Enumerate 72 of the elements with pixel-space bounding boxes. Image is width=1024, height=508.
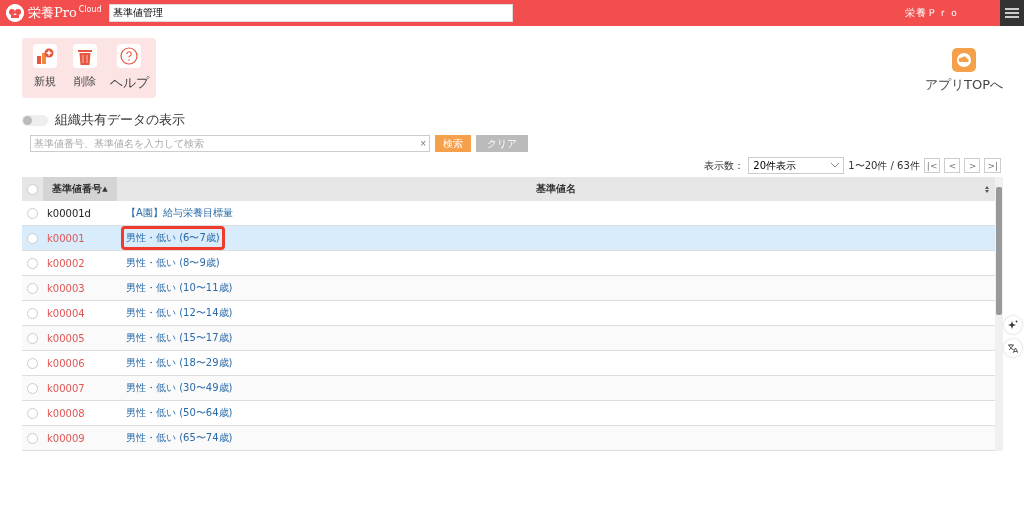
code-text: k00003 — [47, 282, 85, 294]
row-checkbox[interactable] — [27, 432, 38, 444]
column-header[interactable]: 基準値名 — [117, 177, 995, 201]
table-row[interactable]: k00004 男性・低い (12〜14歳) — [22, 300, 995, 326]
column-label: 基準値名 — [536, 182, 576, 196]
sparkle-button[interactable] — [1004, 316, 1022, 334]
menu-icon — [1005, 8, 1019, 18]
search-field[interactable]: 基準値番号、基準値名を入力して検索 × — [30, 135, 430, 152]
pagination-button[interactable]: < — [944, 158, 961, 173]
table-row[interactable]: k00006 男性・低い (18〜29歳) — [22, 350, 995, 376]
translate-icon — [1008, 343, 1018, 353]
trash-icon — [78, 47, 92, 65]
scrollbar[interactable] — [995, 177, 1003, 451]
clear-input-button[interactable]: × — [420, 138, 426, 149]
code-text: k00002 — [47, 257, 85, 269]
code-text: k00001d — [47, 207, 91, 219]
name-link[interactable]: 男性・低い (18〜29歳) — [121, 351, 238, 375]
pagination-button[interactable]: |< — [923, 158, 941, 173]
menu-button[interactable] — [1000, 0, 1024, 26]
row-checkbox[interactable] — [27, 357, 38, 369]
name-link[interactable]: 【A園】給与栄養目標量 — [121, 201, 238, 225]
row-checkbox[interactable] — [27, 282, 38, 294]
app-top-button[interactable]: アプリTOPへ — [925, 48, 1003, 98]
page-size-label: 表示数： — [704, 158, 745, 173]
code-text: k00007 — [47, 382, 85, 394]
toolbar-button[interactable]: 新規 — [27, 44, 63, 92]
table-row[interactable]: k00001d 【A園】給与栄養目標量 — [22, 201, 995, 226]
name-link[interactable]: 男性・低い (8〜9歳) — [121, 251, 225, 275]
code-text: k00001 — [47, 232, 85, 244]
pagination-button[interactable]: >| — [984, 158, 1001, 173]
logo-icon — [6, 4, 24, 22]
page-size-dropdown[interactable]: 20件表示 — [748, 157, 845, 174]
logo-text: 栄養Pro — [28, 4, 77, 22]
app-name: 栄養Ｐｒｏ — [905, 6, 960, 20]
select-all-checkbox[interactable] — [27, 183, 38, 195]
row-checkbox[interactable] — [27, 207, 38, 219]
help-icon — [120, 47, 138, 65]
name-link[interactable]: 男性・低い (15〜17歳) — [121, 326, 238, 350]
column-label: 基準値番号 — [52, 182, 103, 196]
row-checkbox[interactable] — [27, 232, 38, 244]
chevron-down-icon — [831, 163, 840, 168]
row-checkbox[interactable] — [27, 307, 38, 319]
code-text: k00005 — [47, 332, 85, 344]
pagination-button[interactable]: > — [964, 158, 981, 173]
sort-icon[interactable] — [985, 185, 989, 193]
page-title-field[interactable]: 基準値管理 — [108, 4, 513, 22]
table-row[interactable]: k00002 男性・低い (8〜9歳) — [22, 250, 995, 276]
row-checkbox[interactable] — [27, 407, 38, 419]
code-text: k00004 — [47, 307, 85, 319]
translate-button[interactable] — [1004, 339, 1022, 357]
page-range: 1〜20件 / 63件 — [848, 158, 920, 173]
name-link[interactable]: 男性・低い (6〜7歳) — [121, 226, 225, 250]
row-checkbox[interactable] — [27, 382, 38, 394]
row-checkbox[interactable] — [27, 257, 38, 269]
name-link[interactable]: 男性・低い (10〜11歳) — [121, 276, 238, 300]
toggle-switch[interactable] — [22, 114, 48, 126]
toggle-label: 組織共有データの表示 — [55, 111, 185, 129]
toolbar-button[interactable]: ヘルプ — [107, 44, 151, 92]
sparkle-icon — [1008, 320, 1018, 330]
cloud-app-icon — [952, 48, 976, 72]
chart-plus-icon — [36, 48, 54, 64]
name-link[interactable]: 男性・低い (12〜14歳) — [121, 301, 238, 325]
code-text: k00006 — [47, 357, 85, 369]
name-link[interactable]: 男性・低い (30〜49歳) — [121, 376, 238, 400]
name-link[interactable]: 男性・低い (50〜64歳) — [121, 401, 238, 425]
table-row[interactable]: k00008 男性・低い (50〜64歳) — [22, 400, 995, 426]
row-checkbox[interactable] — [27, 332, 38, 344]
code-text: k00009 — [47, 432, 85, 444]
code-text: k00008 — [47, 407, 85, 419]
logo-subtitle: Cloud — [78, 5, 102, 14]
toolbar-button[interactable]: 削除 — [67, 44, 103, 92]
name-link[interactable]: 男性・低い (65〜74歳) — [121, 426, 238, 450]
